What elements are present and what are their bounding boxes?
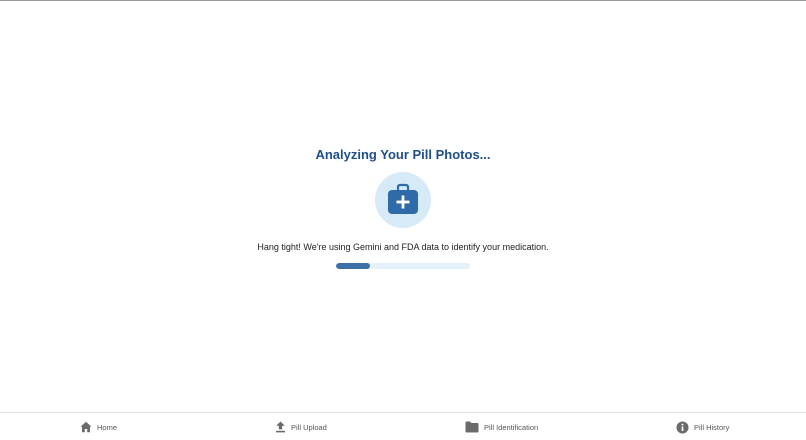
info-icon — [676, 421, 689, 433]
nav-home[interactable]: Home — [80, 419, 117, 435]
upload-icon — [276, 421, 285, 433]
folder-icon — [465, 421, 479, 433]
status-message: Hang tight! We're using Gemini and FDA d… — [257, 242, 549, 252]
bottom-navigation: Home Pill Upload Pill Identification Pil… — [0, 412, 806, 440]
medical-kit-badge — [375, 172, 431, 228]
nav-pill-identification-label: Pill Identification — [484, 422, 539, 432]
medical-kit-icon — [388, 183, 418, 214]
nav-pill-identification[interactable]: Pill Identification — [465, 419, 538, 435]
page-title: Analyzing Your Pill Photos... — [315, 147, 491, 162]
home-icon — [80, 421, 92, 433]
nav-pill-history[interactable]: Pill History — [676, 419, 729, 435]
progress-bar — [336, 263, 470, 269]
nav-pill-upload[interactable]: Pill Upload — [275, 419, 327, 435]
nav-pill-upload-label: Pill Upload — [291, 422, 327, 432]
analysis-screen: Analyzing Your Pill Photos... Hang tight… — [0, 1, 806, 412]
nav-pill-history-label: Pill History — [694, 422, 730, 432]
nav-home-label: Home — [97, 422, 118, 432]
progress-bar-fill — [336, 263, 370, 269]
